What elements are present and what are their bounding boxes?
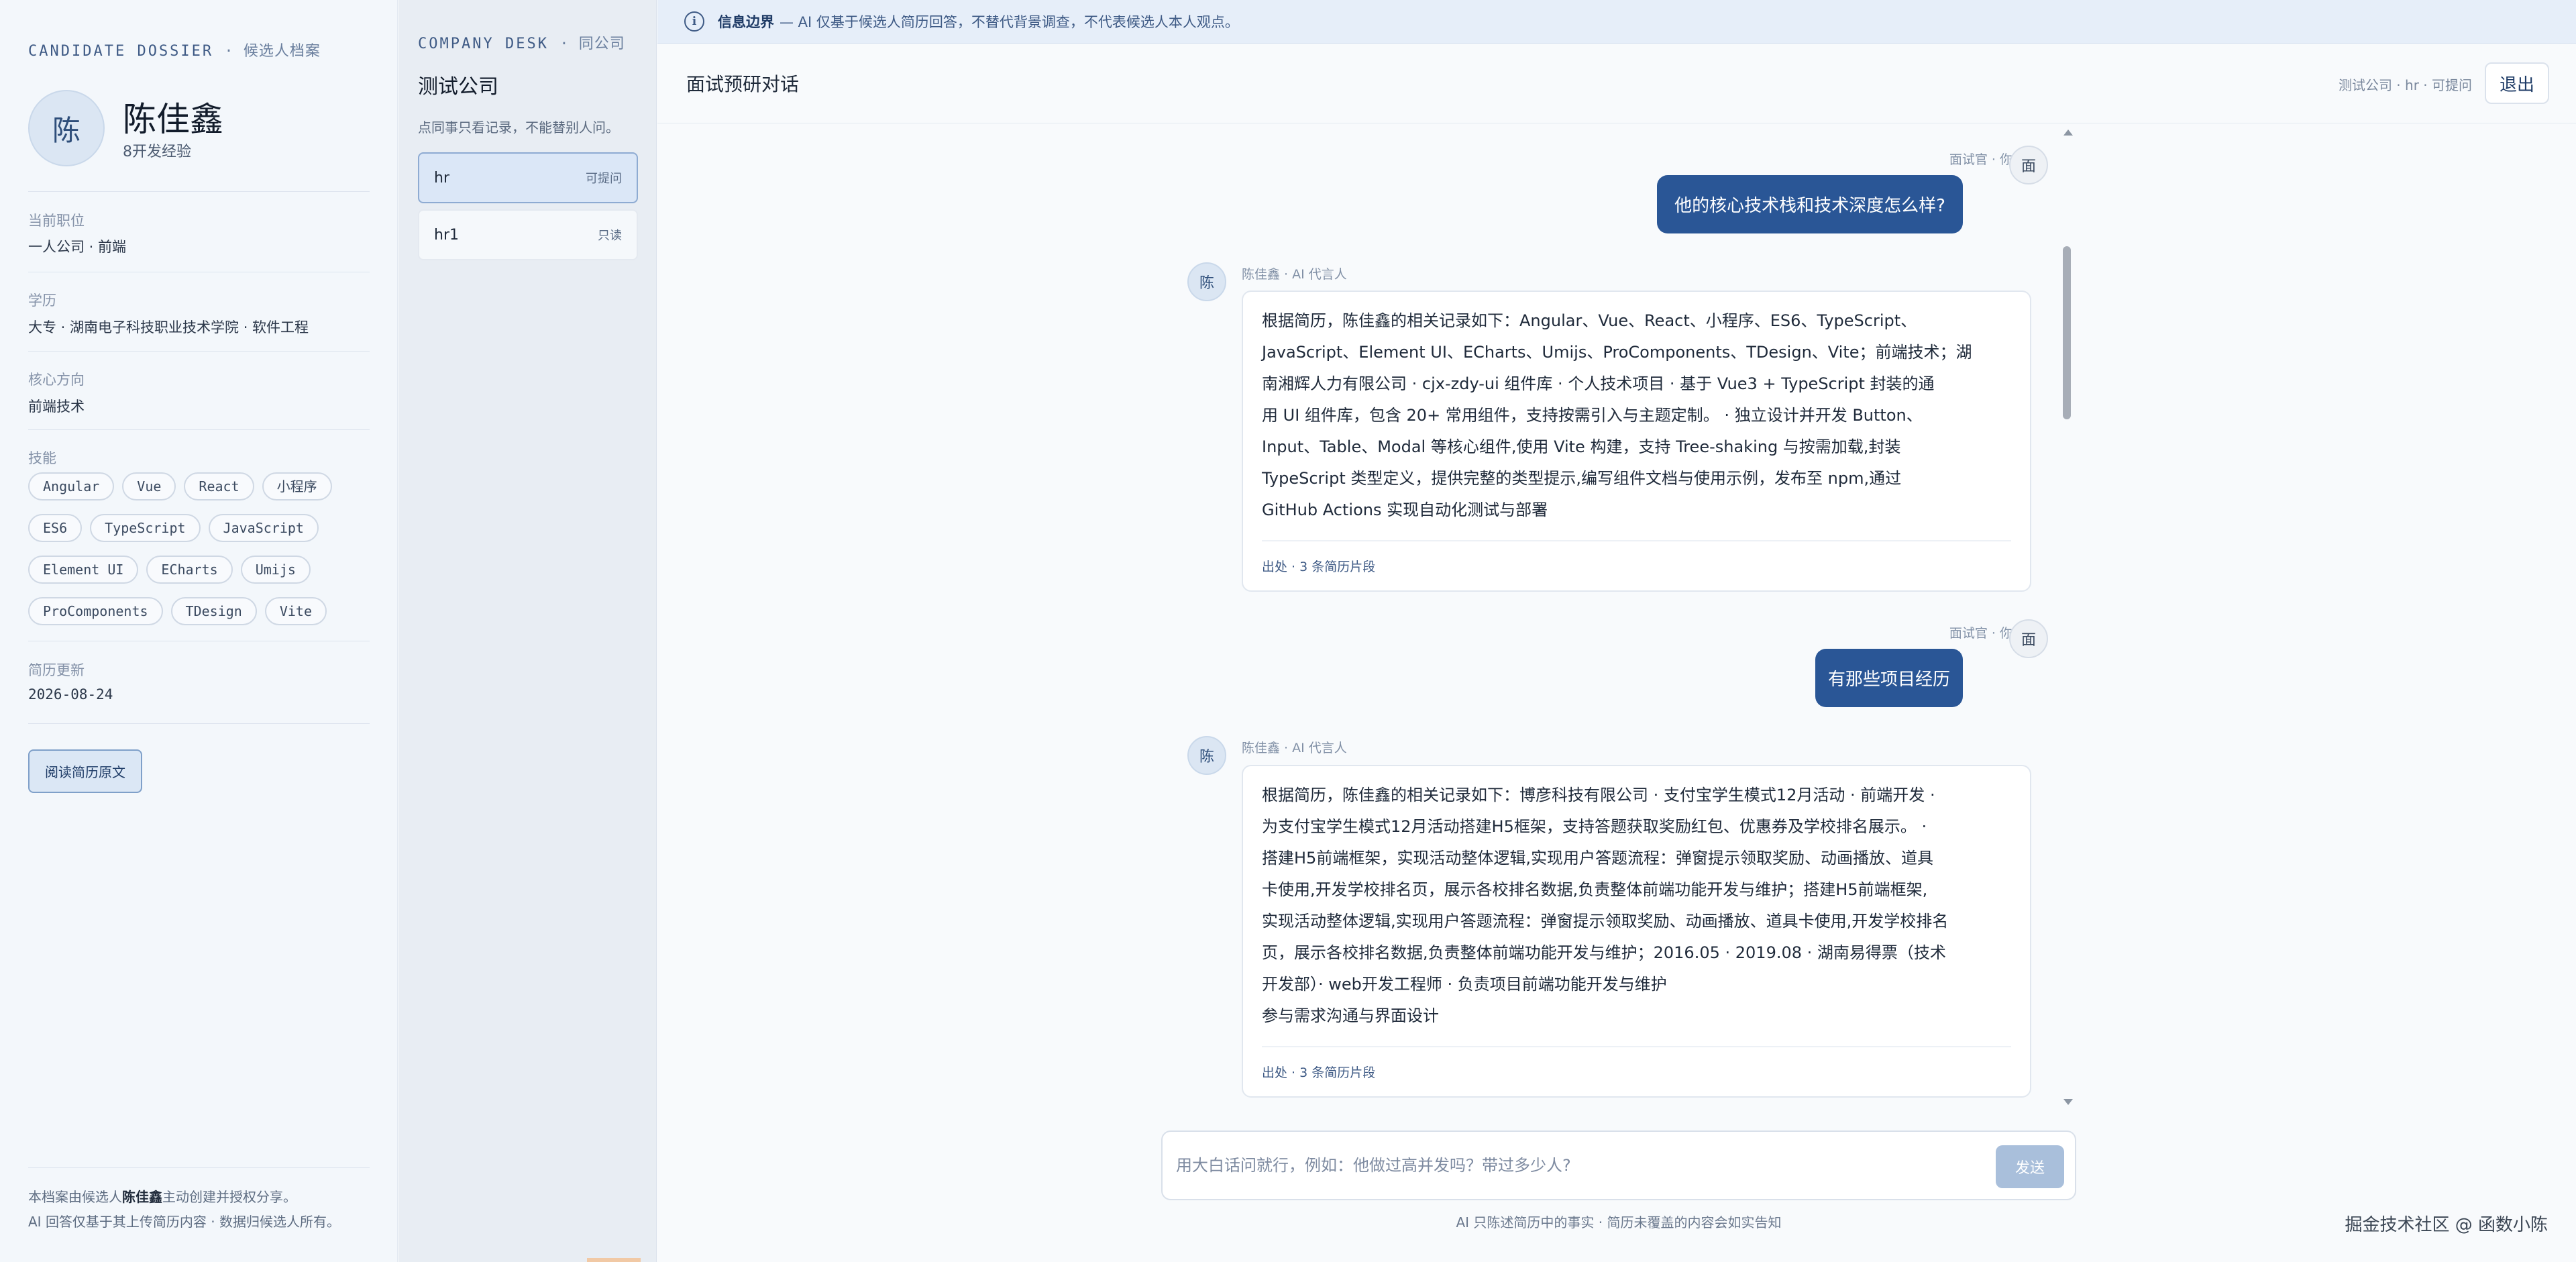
colleague-item-hr[interactable]: hr 可提问 bbox=[418, 152, 638, 203]
answer-text: 根据简历，陈佳鑫的相关记录如下：Angular、Vue、React、小程序、ES… bbox=[1262, 311, 1972, 519]
page-title: 面试预研对话 bbox=[686, 73, 800, 95]
watermark: 掘金技术社区 @ 函数小陈 bbox=[2345, 1215, 2548, 1235]
resume-updated-label: 简历更新 bbox=[28, 662, 85, 678]
skill-chip: Element UI bbox=[28, 556, 139, 584]
skill-chip: TypeScript bbox=[90, 514, 201, 542]
skill-chip: 小程序 bbox=[262, 472, 332, 501]
candidate-experience: 8开发经验 bbox=[123, 144, 191, 160]
colleague-name: hr bbox=[434, 169, 449, 187]
read-resume-button[interactable]: 阅读简历原文 bbox=[28, 749, 142, 793]
question-bubble: 他的核心技术栈和技术深度怎么样? bbox=[1657, 175, 1963, 233]
skill-chip: JavaScript bbox=[208, 514, 319, 542]
chat-thread: 面试官 · 你 面 他的核心技术栈和技术深度怎么样? 陈 陈佳鑫 · AI 代言… bbox=[657, 124, 2576, 1110]
message-meta: 陈佳鑫 · AI 代言人 bbox=[1242, 267, 1347, 282]
scroll-down-arrow-icon[interactable] bbox=[2063, 1099, 2073, 1105]
position-value: 一人公司 · 前端 bbox=[28, 239, 127, 255]
skills-label: 技能 bbox=[28, 450, 56, 466]
answer-card: 根据简历，陈佳鑫的相关记录如下：Angular、Vue、React、小程序、ES… bbox=[1242, 291, 2031, 592]
divider bbox=[28, 429, 370, 430]
answer-text: 根据简历，陈佳鑫的相关记录如下：博彦科技有限公司 · 支付宝学生模式12月活动 … bbox=[1262, 786, 1949, 1025]
colleague-name: hr1 bbox=[434, 226, 459, 244]
ai-avatar: 陈 bbox=[1187, 736, 1226, 775]
answer-source-link[interactable]: 出处 · 3 条简历片段 bbox=[1262, 540, 2011, 590]
skill-chip: Vite bbox=[264, 597, 327, 625]
chat-scrollbar[interactable] bbox=[2061, 124, 2073, 1110]
scroll-up-arrow-icon[interactable] bbox=[2063, 129, 2073, 136]
education-value: 大专 · 湖南电子科技职业技术学院 · 软件工程 bbox=[28, 319, 309, 335]
skill-chip: TDesign bbox=[170, 597, 257, 625]
colleague-permission: 可提问 bbox=[586, 172, 622, 186]
question-input[interactable] bbox=[1176, 1147, 1968, 1184]
scroll-thumb[interactable] bbox=[2063, 246, 2071, 419]
resume-updated-value: 2026-08-24 bbox=[28, 686, 113, 702]
position-label: 当前职位 bbox=[28, 213, 85, 229]
focus-value: 前端技术 bbox=[28, 399, 85, 415]
dossier-footer: 本档案由候选人陈佳鑫主动创建并授权分享。 AI 回答仅基于其上传简历内容 · 数… bbox=[28, 1185, 370, 1234]
message-meta: 面试官 · 你 bbox=[1949, 626, 2012, 641]
desk-kicker-en: COMPANY DESK bbox=[418, 36, 549, 52]
colleague-permission: 只读 bbox=[598, 229, 622, 243]
desk-kicker-cn: 同公司 bbox=[578, 36, 625, 52]
message-composer: 发送 bbox=[1161, 1130, 2076, 1200]
interview-main: i 信息边界 — AI 仅基于候选人简历回答，不替代背景调查，不代表候选人本人观… bbox=[657, 0, 2576, 1262]
logout-button[interactable]: 退出 bbox=[2485, 62, 2549, 104]
desk-kicker: COMPANY DESK · 同公司 bbox=[418, 36, 625, 52]
dossier-kicker: CANDIDATE DOSSIER · 候选人档案 bbox=[28, 43, 321, 60]
dossier-footer-line1: 本档案由候选人陈佳鑫主动创建并授权分享。 bbox=[28, 1189, 297, 1205]
focus-label: 核心方向 bbox=[28, 372, 85, 388]
info-boundary-banner: i 信息边界 — AI 仅基于候选人简历回答，不替代背景调查，不代表候选人本人观… bbox=[657, 0, 2576, 44]
bottom-accent-bar bbox=[587, 1258, 641, 1262]
skill-chip: ES6 bbox=[28, 514, 83, 542]
question-bubble: 有那些项目经历 bbox=[1815, 649, 1963, 707]
dossier-footer-line2: AI 回答仅基于其上传简历内容 · 数据归候选人所有。 bbox=[28, 1214, 341, 1230]
answer-card: 根据简历，陈佳鑫的相关记录如下：博彦科技有限公司 · 支付宝学生模式12月活动 … bbox=[1242, 765, 2031, 1098]
app-root: CANDIDATE DOSSIER · 候选人档案 陈 陈佳鑫 8开发经验 当前… bbox=[0, 0, 2576, 1262]
info-icon: i bbox=[684, 11, 704, 32]
ai-avatar: 陈 bbox=[1187, 262, 1226, 301]
session-meta: 测试公司 · hr · 可提问 bbox=[2338, 77, 2472, 93]
chat-header: 面试预研对话 测试公司 · hr · 可提问 退出 bbox=[657, 44, 2576, 123]
divider bbox=[28, 351, 370, 352]
skill-chip: Angular bbox=[28, 472, 115, 501]
candidate-dossier-panel: CANDIDATE DOSSIER · 候选人档案 陈 陈佳鑫 8开发经验 当前… bbox=[0, 0, 398, 1262]
divider bbox=[28, 723, 370, 724]
interviewer-avatar: 面 bbox=[2009, 619, 2048, 658]
candidate-name: 陈佳鑫 bbox=[123, 100, 223, 139]
company-title: 测试公司 bbox=[418, 75, 498, 99]
skill-chip: Vue bbox=[122, 472, 176, 501]
skill-chip: ProComponents bbox=[28, 597, 163, 625]
dossier-kicker-en: CANDIDATE DOSSIER bbox=[28, 43, 214, 60]
divider bbox=[28, 191, 370, 192]
interviewer-avatar: 面 bbox=[2009, 146, 2048, 185]
send-button[interactable]: 发送 bbox=[1996, 1145, 2064, 1188]
message-meta: 面试官 · 你 bbox=[1949, 152, 2012, 167]
banner-strong: 信息边界 bbox=[718, 14, 774, 30]
candidate-avatar: 陈 bbox=[28, 90, 105, 166]
education-label: 学历 bbox=[28, 293, 56, 309]
banner-text: — AI 仅基于候选人简历回答，不替代背景调查，不代表候选人本人观点。 bbox=[780, 14, 1239, 30]
skills-list: Angular Vue React 小程序 ES6 TypeScript JavaScri… bbox=[28, 472, 370, 639]
skill-chip: Umijs bbox=[240, 556, 311, 584]
message-meta: 陈佳鑫 · AI 代言人 bbox=[1242, 741, 1347, 755]
desk-note: 点同事只看记录，不能替别人问。 bbox=[418, 119, 619, 136]
answer-source-link[interactable]: 出处 · 3 条简历片段 bbox=[1262, 1046, 2011, 1096]
skill-chip: React bbox=[184, 472, 254, 501]
skill-chip: ECharts bbox=[146, 556, 233, 584]
company-desk-panel: COMPANY DESK · 同公司 测试公司 点同事只看记录，不能替别人问。 … bbox=[398, 0, 657, 1262]
colleague-item-hr1[interactable]: hr1 只读 bbox=[418, 209, 638, 260]
dossier-kicker-cn: 候选人档案 bbox=[243, 43, 321, 60]
divider bbox=[28, 1167, 370, 1168]
composer-hint: AI 只陈述简历中的事实 · 简历未覆盖的内容会如实告知 bbox=[1456, 1214, 1782, 1230]
